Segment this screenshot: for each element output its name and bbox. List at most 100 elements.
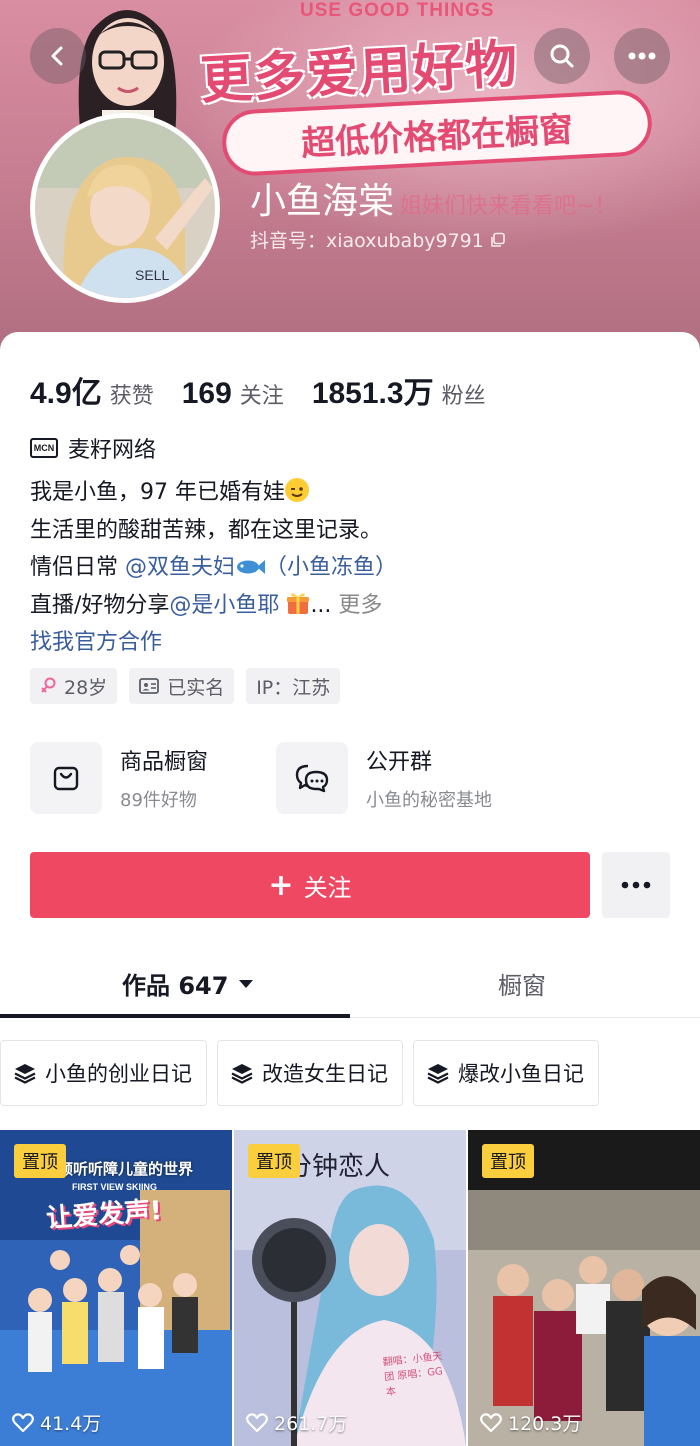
bio-line-1-text: 我是小鱼，97 年已婚有娃: [30, 480, 285, 505]
copy-icon[interactable]: [490, 232, 506, 248]
stat-followers-count: 1851.3万: [311, 377, 434, 410]
tab-works-label: 作品 647: [122, 972, 229, 1000]
video-thumbnail[interactable]: 分钟恋人 翻唱：小鱼天团 原唱：GG本 置顶 261.7万: [234, 1130, 466, 1446]
pinned-badge: 置顶: [482, 1144, 534, 1178]
public-group-title: 公开群: [366, 750, 433, 775]
collection-label: 改造女生日记: [262, 1062, 388, 1086]
content-tabs: 作品 647 橱窗: [0, 954, 700, 1018]
mention-link-shuangyu[interactable]: @双鱼夫妇: [125, 555, 235, 580]
tab-shop-window[interactable]: 橱窗: [498, 966, 546, 1001]
tag-age: 28岁: [30, 668, 118, 704]
bio-line-4-prefix: 直播/好物分享: [30, 592, 170, 618]
gift-emoji-icon: [287, 592, 310, 614]
like-count-text: 261.7万: [274, 1413, 348, 1435]
stat-following-label: 关注: [239, 384, 284, 409]
more-dots-icon: [621, 881, 651, 889]
profile-stats: 4.9亿 获赞 169 关注 1851.3万 粉丝: [30, 368, 514, 412]
wink-emoji-icon: [285, 478, 309, 502]
collection-item[interactable]: 爆改小鱼日记: [413, 1040, 599, 1106]
profile-banner: USE GOOD THINGS 更多爱用好物 超低价格都在橱窗 姐妹们快来看看吧…: [0, 0, 700, 360]
stat-likes-label: 获赞: [109, 384, 154, 409]
official-cooperation-link[interactable]: 找我官方合作: [30, 624, 397, 662]
public-group-entry[interactable]: 公开群 小鱼的秘密基地: [276, 742, 522, 814]
tag-ip-location: IP：江苏: [246, 668, 341, 704]
avatar-photo: SELL: [35, 118, 215, 298]
collection-label: 爆改小鱼日记: [458, 1062, 584, 1086]
video-like-count: 120.3万: [480, 1409, 581, 1436]
tab-active-indicator: [0, 1014, 350, 1018]
profile-card: 4.9亿 获赞 169 关注 1851.3万 粉丝 MCN 麦籽网络 我是小鱼，…: [0, 332, 700, 1446]
like-count-text: 120.3万: [508, 1413, 582, 1435]
video-caption-top: 分钟恋人: [286, 1152, 391, 1182]
heart-outline-icon: [246, 1412, 268, 1433]
more-dots-icon: [628, 52, 656, 60]
collection-label: 小鱼的创业日记: [45, 1062, 192, 1086]
collections-row: 小鱼的创业日记 改造女生日记 爆改小鱼日记: [0, 1040, 609, 1106]
profile-nickname: 小鱼海棠: [250, 181, 395, 222]
collection-item[interactable]: 小鱼的创业日记: [0, 1040, 207, 1106]
stat-followers[interactable]: 1851.3万 粉丝: [312, 368, 486, 412]
mcn-agency[interactable]: MCN 麦籽网络: [30, 432, 156, 464]
video-caption-top: 倾听听障儿童的世界: [58, 1160, 194, 1178]
bio-line-2: 生活里的酸甜苦辣，都在这里记录。: [30, 517, 383, 543]
follow-button[interactable]: + 关注: [30, 852, 590, 918]
stat-likes[interactable]: 4.9亿 获赞: [30, 368, 154, 412]
video-like-count: 41.4万: [12, 1409, 101, 1436]
bio-line-4: 直播/好物分享@是小鱼耶 ... 更多: [30, 587, 397, 625]
stat-following-count: 169: [181, 377, 232, 410]
id-card-icon: [139, 678, 160, 694]
bio-line-3: 情侣日常 @双鱼夫妇 （小鱼冻鱼）: [30, 549, 397, 587]
stat-followers-label: 粉丝: [441, 384, 486, 409]
profile-tags: 28岁 已实名 IP：江苏: [30, 668, 352, 704]
stat-likes-count: 4.9亿: [30, 377, 102, 410]
tag-verified-text: 已实名: [167, 676, 225, 699]
profile-services: 商品橱窗 89件好物 公开群 小鱼的秘密基地: [30, 742, 522, 814]
avatar[interactable]: SELL: [30, 113, 220, 303]
chat-bubbles-icon: [276, 742, 348, 814]
mention-link-xiaoyu[interactable]: @是小鱼耶: [169, 593, 279, 618]
plus-icon: +: [268, 867, 294, 903]
layers-icon: [13, 1062, 37, 1084]
video-like-count: 261.7万: [246, 1409, 347, 1436]
video-thumbnail[interactable]: 倾听听障儿童的世界 FIRST VIEW SKIING 让爱发声! 置顶 41.…: [0, 1130, 232, 1446]
fish-emoji-icon: [237, 560, 266, 574]
layers-icon: [230, 1062, 254, 1084]
shopping-bag-icon: [30, 742, 102, 814]
profile-bio: 我是小鱼，97 年已婚有娃 生活里的酸甜苦辣，都在这里记录。 情侣日常 @双鱼夫…: [30, 474, 397, 662]
mcn-name: 麦籽网络: [68, 438, 157, 463]
heart-outline-icon: [12, 1412, 34, 1433]
douyin-id: 抖音号：xiaoxubaby9791: [250, 226, 506, 253]
pinned-badge: 置顶: [248, 1144, 300, 1178]
heart-outline-icon: [480, 1412, 502, 1433]
shop-window-title: 商品橱窗: [120, 750, 209, 775]
tab-works[interactable]: 作品 647: [122, 966, 254, 1001]
pinned-badge: 置顶: [14, 1144, 66, 1178]
more-options-button[interactable]: [614, 28, 670, 84]
shop-window-subtitle: 89件好物: [120, 790, 197, 811]
bio-more-button[interactable]: 更多: [338, 593, 382, 618]
shop-window-entry[interactable]: 商品橱窗 89件好物: [30, 742, 276, 814]
stat-following[interactable]: 169 关注: [182, 377, 284, 411]
bio-line-1: 我是小鱼，97 年已婚有娃: [30, 474, 397, 512]
collection-item[interactable]: 改造女生日记: [217, 1040, 403, 1106]
video-thumbnail[interactable]: 置顶 120.3万: [468, 1130, 700, 1446]
video-caption-small: 翻唱：小鱼天团 原唱：GG本: [382, 1351, 444, 1399]
bio-line-3-suffix[interactable]: （小鱼冻鱼）: [265, 555, 397, 580]
tag-ip-text: IP：江苏: [256, 676, 331, 699]
svg-text:SELL: SELL: [135, 267, 169, 283]
search-button[interactable]: [534, 28, 590, 84]
follow-button-label: 关注: [303, 873, 352, 902]
caret-down-icon: [239, 979, 254, 988]
like-count-text: 41.4万: [40, 1413, 102, 1435]
tag-verified: 已实名: [129, 668, 235, 704]
back-button[interactable]: [30, 28, 86, 84]
chevron-left-icon: [51, 46, 63, 66]
follow-more-button[interactable]: [602, 852, 670, 918]
tag-age-text: 28岁: [64, 676, 108, 699]
search-icon: [550, 44, 574, 68]
video-grid: 倾听听障儿童的世界 FIRST VIEW SKIING 让爱发声! 置顶 41.…: [0, 1130, 700, 1446]
female-gender-icon: [40, 677, 56, 695]
douyin-id-text: 抖音号：xiaoxubaby9791: [250, 230, 484, 252]
banner-title-english: USE GOOD THINGS: [300, 0, 495, 21]
banner-subtitle: 姐妹们快来看看吧~！: [400, 194, 617, 219]
